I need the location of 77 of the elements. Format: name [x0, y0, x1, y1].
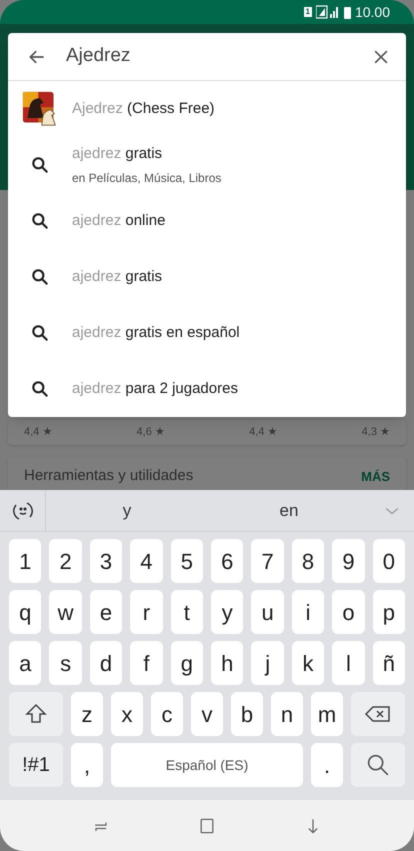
search-icon — [30, 211, 50, 231]
keyboard-key[interactable]: i — [292, 590, 324, 634]
keyboard-key[interactable]: y — [211, 590, 244, 634]
keyboard-key[interactable]: 1 — [9, 539, 42, 583]
keyboard-key[interactable]: s — [49, 641, 82, 685]
keyboard-key[interactable]: q — [9, 590, 42, 634]
keyboard-key[interactable]: 4 — [130, 539, 163, 583]
search-icon — [30, 155, 50, 175]
suggestion-item[interactable]: Ajedrez (Chess Free) — [8, 81, 406, 137]
keyboard-key[interactable]: ñ — [372, 641, 406, 685]
keyboard-key[interactable]: j — [251, 641, 284, 685]
suggestion-text: ajedrez para 2 jugadores — [72, 378, 238, 399]
suggestion-text: ajedrez gratis en español — [72, 322, 240, 343]
keyboard-key[interactable]: 2 — [49, 539, 82, 583]
suggestion-text: ajedrez gratis — [72, 144, 164, 164]
suggestion-item[interactable]: ajedrez para 2 jugadores — [8, 361, 406, 417]
keyboard-key[interactable]: , — [71, 743, 103, 787]
keyboard-key[interactable]: c — [151, 692, 183, 736]
suggestion-text: ajedrez gratis — [72, 266, 162, 287]
keyboard-key[interactable]: b — [231, 692, 263, 736]
keyboard-key[interactable]: p — [372, 590, 406, 634]
keyboard-key[interactable]: v — [191, 692, 223, 736]
keyboard-key[interactable]: 0 — [372, 539, 406, 583]
keyboard-key[interactable]: t — [170, 590, 204, 634]
prediction-word[interactable]: y — [46, 498, 208, 524]
suggestion-item[interactable]: ajedrez gratis — [8, 249, 406, 305]
keyboard-key[interactable]: x — [111, 692, 143, 736]
keyboard-key[interactable]: 8 — [292, 539, 324, 583]
keyboard-key[interactable]: . — [311, 743, 343, 787]
space-key[interactable]: Español (ES) — [111, 743, 303, 787]
search-key[interactable] — [351, 743, 405, 787]
keyboard-key[interactable]: h — [211, 641, 244, 685]
keyboard-key[interactable]: 3 — [90, 539, 122, 583]
signal-icon — [316, 5, 340, 19]
suggestion-item[interactable]: ajedrez gratis en español — [8, 305, 406, 361]
rating-text: 4,4 ★ — [24, 425, 52, 440]
keyboard-key[interactable]: k — [292, 641, 324, 685]
keyboard-key[interactable]: w — [49, 590, 82, 634]
symbols-key[interactable]: !#1 — [9, 743, 63, 787]
keyboard-key[interactable]: 6 — [211, 539, 244, 583]
shift-icon — [24, 702, 48, 726]
status-time: 10.00 — [354, 2, 390, 22]
keyboard-key[interactable]: d — [90, 641, 122, 685]
keyboard-key[interactable]: o — [332, 590, 365, 634]
keyboard-key[interactable]: 9 — [332, 539, 365, 583]
keyboard-key[interactable]: u — [251, 590, 284, 634]
suggestion-subtitle: en Películas, Música, Libros — [72, 170, 222, 187]
rating-text: 4,6 ★ — [136, 425, 165, 440]
prediction-word[interactable]: en — [208, 498, 370, 524]
section-title: Herramientas y utilidades — [24, 466, 194, 486]
keyboard-key[interactable]: f — [130, 641, 163, 685]
backspace-key[interactable] — [351, 692, 405, 736]
keyboard-key[interactable]: 5 — [170, 539, 204, 583]
keyboard-key[interactable]: r — [130, 590, 163, 634]
search-icon — [30, 379, 50, 399]
rating-text: 4,4 ★ — [249, 425, 278, 440]
search-icon — [30, 323, 50, 343]
keyboard-key[interactable]: a — [9, 641, 42, 685]
shift-key[interactable] — [9, 692, 63, 736]
suggestion-text: ajedrez online — [72, 210, 166, 231]
battery-icon — [344, 6, 351, 18]
suggestion-item[interactable]: ajedrez gratis en Películas, Música, Libros — [8, 137, 406, 193]
sim-indicator: 1 — [304, 7, 312, 17]
keyboard-key[interactable]: e — [90, 590, 122, 634]
rating-text: 4,3 ★ — [362, 425, 390, 440]
keyboard-key[interactable]: g — [170, 641, 204, 685]
backspace-icon — [364, 704, 392, 724]
suggestion-text: Ajedrez (Chess Free) — [72, 98, 215, 119]
chess-knight-icon — [22, 91, 58, 127]
search-icon — [30, 267, 50, 287]
suggestion-item[interactable]: ajedrez online — [8, 193, 406, 249]
keyboard-key[interactable]: 7 — [251, 539, 284, 583]
keyboard-key[interactable]: z — [71, 692, 103, 736]
search-field[interactable]: Ajedrez — [66, 42, 356, 71]
keyboard-key[interactable]: m — [311, 692, 343, 736]
keyboard-key[interactable]: l — [332, 641, 365, 685]
keyboard-key[interactable]: n — [271, 692, 303, 736]
